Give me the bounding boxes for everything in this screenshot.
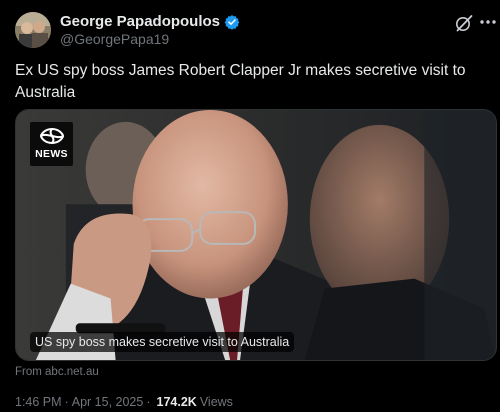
link-card[interactable]: NEWS US spy boss makes secretive visit t… — [15, 109, 497, 361]
card-source[interactable]: From abc.net.au — [15, 366, 99, 378]
abc-logo-icon: NEWS — [30, 122, 73, 166]
abc-logo-text: NEWS — [35, 148, 68, 160]
avatar[interactable] — [15, 12, 51, 48]
tweet-text: Ex US spy boss James Robert Clapper Jr m… — [15, 62, 466, 101]
card-caption: US spy boss makes secretive visit to Aus… — [30, 332, 295, 352]
tweet-date[interactable]: Apr 15, 2025 — [72, 395, 144, 409]
views-count: 174.2K — [156, 395, 197, 409]
verified-badge-icon — [224, 14, 240, 30]
tweet-meta: 1:46 PM · Apr 15, 2025 · 174.2K Views — [15, 395, 233, 409]
meta-separator: · — [64, 395, 69, 409]
views-label: Views — [199, 395, 233, 409]
tweet-time[interactable]: 1:46 PM — [15, 395, 62, 409]
more-options-icon[interactable] — [478, 11, 498, 33]
tweet[interactable]: George Papadopoulos @GeorgePapa19 Ex US … — [0, 0, 500, 412]
meta-separator: · — [146, 395, 151, 409]
grok-icon[interactable] — [454, 13, 474, 33]
display-name[interactable]: George Papadopoulos — [60, 13, 220, 30]
card-image — [16, 110, 496, 360]
handle[interactable]: @GeorgePapa19 — [60, 31, 169, 47]
